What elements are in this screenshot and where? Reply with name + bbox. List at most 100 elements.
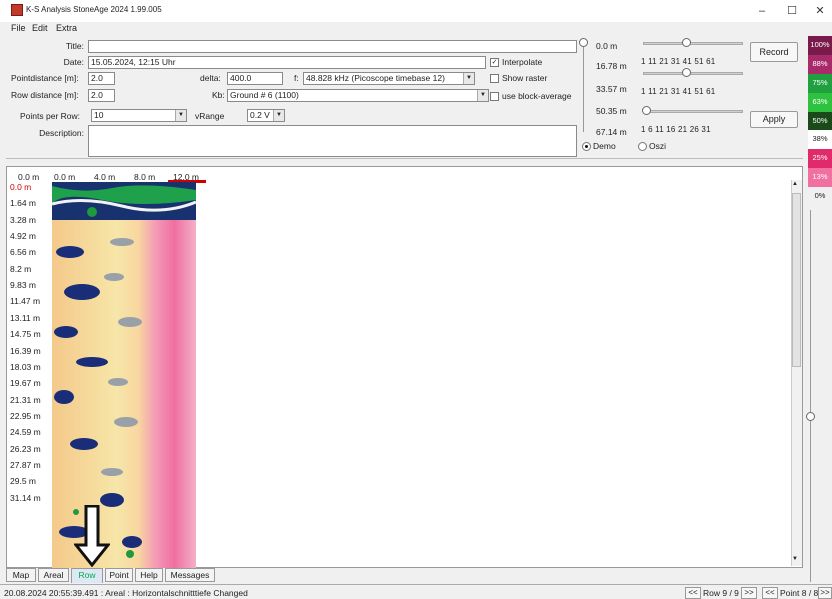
x-axis-label-0: 0.0 m bbox=[18, 172, 40, 182]
chevron-down-icon: ▼ bbox=[477, 90, 488, 101]
tab-help[interactable]: Help bbox=[135, 568, 163, 582]
y-axis-label-2: 3.28 m bbox=[10, 214, 36, 225]
outer-slider-track[interactable] bbox=[810, 210, 811, 582]
color-scale-item: 0% bbox=[808, 187, 832, 206]
demo-label: Demo bbox=[593, 141, 616, 151]
interpolate-checkbox[interactable]: ✓ bbox=[490, 58, 499, 67]
point-next-button[interactable]: >> bbox=[818, 587, 832, 599]
y-axis-label-7: 11.47 m bbox=[10, 296, 41, 307]
y-axis-label-6: 9.83 m bbox=[10, 280, 36, 291]
y-axis-label-11: 18.03 m bbox=[10, 361, 41, 372]
row-slider-thumb[interactable] bbox=[682, 38, 691, 47]
ppr-label: Points per Row: bbox=[20, 111, 80, 121]
row-prev-button[interactable]: << bbox=[685, 587, 701, 599]
color-scale-item: 38% bbox=[808, 130, 832, 150]
date-label: Date: bbox=[63, 57, 84, 67]
description-input[interactable] bbox=[88, 125, 577, 157]
y-axis-label-8: 13.11 m bbox=[10, 312, 41, 323]
oszi-radio[interactable] bbox=[638, 142, 647, 151]
y-axis-label-5: 8.2 m bbox=[10, 263, 32, 274]
status-message: 20.08.2024 20:55:39.491 : Areal : Horizo… bbox=[4, 588, 248, 598]
vrange-select[interactable]: 0.2 V ▼ bbox=[247, 109, 285, 122]
color-scale-item: 100% bbox=[808, 36, 832, 55]
tab-areal[interactable]: Areal bbox=[38, 568, 69, 582]
point-slider-thumb[interactable] bbox=[642, 106, 651, 115]
row2-slider-track[interactable] bbox=[643, 72, 743, 75]
kb-select[interactable]: Ground # 6 (1100) ▼ bbox=[227, 89, 489, 102]
y-axis-label-3: 4.92 m bbox=[10, 231, 36, 242]
depth-slider-track[interactable] bbox=[583, 42, 590, 132]
block-average-checkbox[interactable] bbox=[490, 92, 499, 101]
frequency-select[interactable]: 48.828 kHz (Picoscope timebase 12) ▼ bbox=[303, 72, 475, 85]
y-axis-label-12: 19.67 m bbox=[10, 378, 41, 389]
raster-checkbox[interactable] bbox=[490, 74, 499, 83]
arrow-down-icon bbox=[74, 505, 110, 567]
y-axis-label-17: 27.87 m bbox=[10, 459, 41, 470]
scroll-up-icon[interactable]: ▲ bbox=[792, 181, 798, 187]
row-slider-track[interactable] bbox=[643, 42, 743, 45]
ppr-value: 10 bbox=[94, 110, 104, 120]
depth-slider-thumb[interactable] bbox=[579, 38, 588, 47]
point-prev-button[interactable]: << bbox=[762, 587, 778, 599]
color-scale-item: 63% bbox=[808, 92, 832, 112]
kb-value: Ground # 6 (1100) bbox=[230, 90, 299, 100]
rowdistance-input[interactable]: 2.0 bbox=[88, 89, 115, 102]
splitter[interactable] bbox=[6, 158, 803, 164]
tab-row[interactable]: Row bbox=[71, 568, 103, 583]
point-counter: Point 8 / 8 bbox=[780, 588, 819, 598]
pointdistance-label: Pointdistance [m]: bbox=[11, 73, 79, 83]
row-next-button[interactable]: >> bbox=[741, 587, 757, 599]
row-counter: Row 9 / 9 bbox=[703, 588, 739, 598]
menu-edit[interactable]: Edit bbox=[32, 23, 48, 33]
tab-map[interactable]: Map bbox=[6, 568, 36, 582]
scrollbar-thumb[interactable] bbox=[792, 193, 801, 367]
color-scale-item: 75% bbox=[808, 73, 832, 93]
window-title: K-S Analysis StoneAge 2024 1.99.005 bbox=[26, 5, 162, 14]
row2-slider-ticks: 1 11 21 31 41 51 61 bbox=[641, 87, 716, 96]
demo-radio[interactable] bbox=[582, 142, 591, 151]
y-axis-label-1: 1.64 m bbox=[10, 198, 36, 209]
menu-file[interactable]: File bbox=[11, 23, 26, 33]
record-button[interactable]: Record bbox=[750, 42, 798, 62]
ppr-select[interactable]: 10 ▼ bbox=[91, 109, 187, 122]
pointdistance-input[interactable]: 2.0 bbox=[88, 72, 115, 85]
scroll-down-icon[interactable]: ▼ bbox=[792, 556, 798, 562]
title-bar: K-S Analysis StoneAge 2024 1.99.005 – ☐ … bbox=[0, 0, 832, 22]
maximize-icon[interactable]: ☐ bbox=[783, 3, 801, 19]
depth-label-2: 33.57 m bbox=[596, 84, 627, 94]
y-axis-label-16: 26.23 m bbox=[10, 443, 41, 454]
apply-button[interactable]: Apply bbox=[750, 111, 798, 128]
chevron-down-icon: ▼ bbox=[175, 110, 186, 121]
title-label: Title: bbox=[65, 41, 84, 51]
color-scale: 100% 88% 75% 63% 50% 38% 25% 13% 0% bbox=[808, 36, 832, 206]
minimize-icon[interactable]: – bbox=[753, 3, 771, 19]
color-scale-item: 50% bbox=[808, 111, 832, 131]
x-axis-label-3: 8.0 m bbox=[134, 172, 156, 182]
color-scale-item: 13% bbox=[808, 168, 832, 188]
date-input[interactable]: 15.05.2024, 12:15 Uhr bbox=[88, 56, 486, 69]
y-axis-label-19: 31.14 m bbox=[10, 492, 41, 503]
vrange-label: vRange bbox=[195, 111, 225, 121]
menu-bar: File Edit Extra bbox=[0, 22, 832, 36]
tab-point[interactable]: Point bbox=[105, 568, 133, 582]
outer-slider-thumb[interactable] bbox=[806, 412, 815, 421]
f-label: f: bbox=[294, 73, 299, 83]
delta-input[interactable]: 400.0 bbox=[227, 72, 283, 85]
y-axis-label-9: 14.75 m bbox=[10, 329, 41, 340]
status-bar: 20.08.2024 20:55:39.491 : Areal : Horizo… bbox=[0, 584, 832, 599]
kb-label: Kb: bbox=[212, 90, 225, 100]
row-slider-ticks: 1 11 21 31 41 51 61 bbox=[641, 57, 716, 66]
tab-messages[interactable]: Messages bbox=[165, 568, 215, 582]
depth-label-3: 50.35 m bbox=[596, 106, 627, 116]
title-input[interactable] bbox=[88, 40, 577, 53]
raster-label: Show raster bbox=[502, 73, 548, 83]
y-axis-label-0: 0.0 m bbox=[10, 182, 32, 192]
description-label: Description: bbox=[39, 128, 84, 138]
close-icon[interactable]: ✕ bbox=[811, 3, 829, 19]
y-axis-label-18: 29.5 m bbox=[10, 476, 36, 487]
point-slider-track[interactable] bbox=[643, 110, 743, 113]
menu-extra[interactable]: Extra bbox=[56, 23, 77, 33]
row2-slider-thumb[interactable] bbox=[682, 68, 691, 77]
frequency-value: 48.828 kHz (Picoscope timebase 12) bbox=[306, 73, 445, 83]
chevron-down-icon: ▼ bbox=[463, 73, 474, 84]
